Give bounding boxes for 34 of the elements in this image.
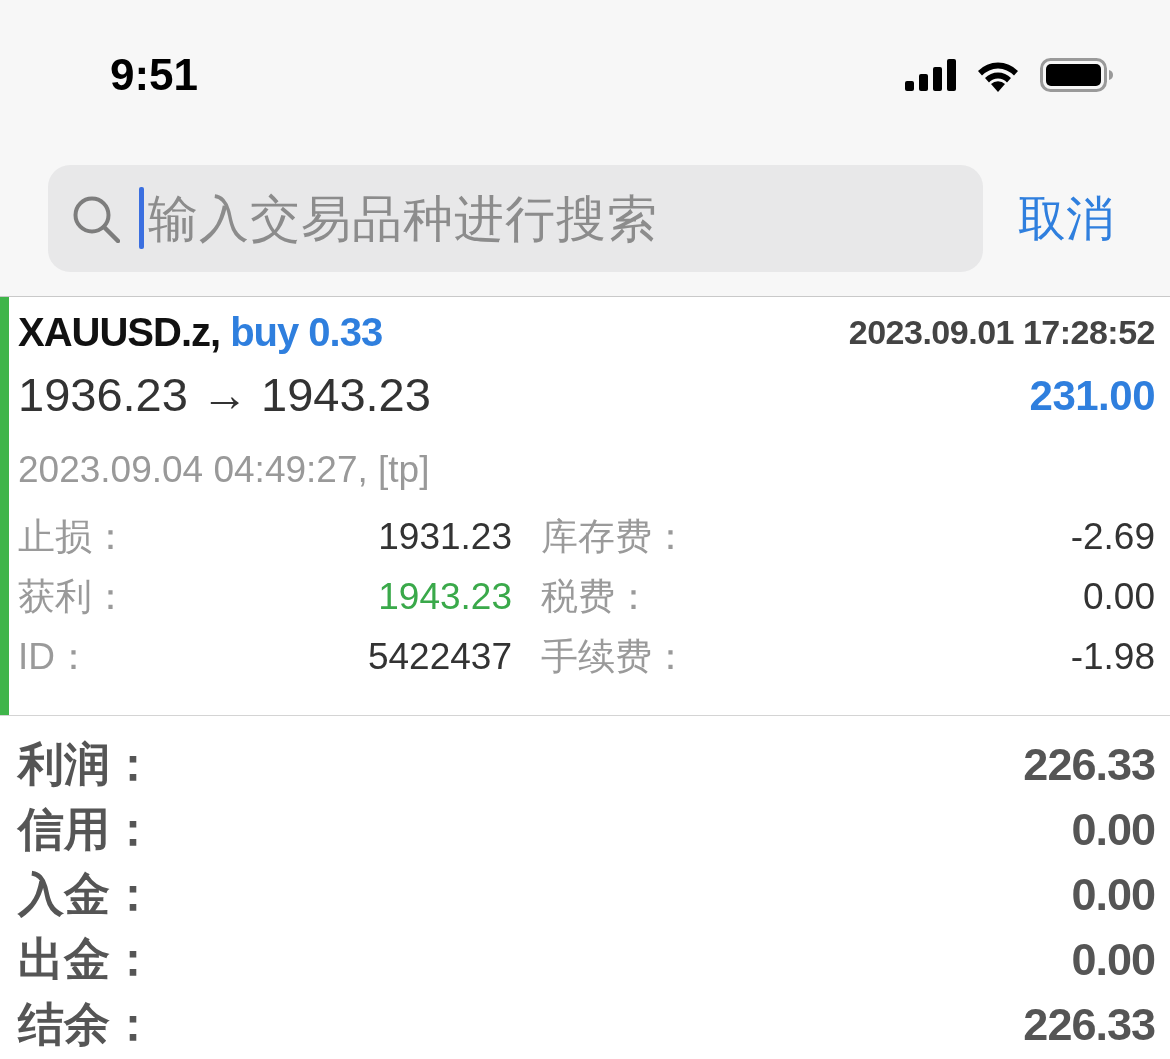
summary-label: 结余： [18,997,156,1052]
detail-value: -2.69 [1070,515,1155,560]
detail-value: 0.00 [1083,575,1155,620]
order-type-label: buy 0.33 [230,309,383,356]
battery-icon [1040,58,1114,92]
status-time: 9:51 [110,50,199,100]
detail-label: 库存费： [541,515,689,560]
symbol-label: XAUUSD.z, [18,309,221,356]
open-time: 2023.09.01 17:28:52 [848,311,1155,353]
search-icon [72,195,120,243]
detail-label: 止损： [18,515,129,560]
detail-value: 1943.23 [378,575,512,620]
summary-value: 226.33 [1023,737,1155,792]
search-field[interactable]: 输入交易品种进行搜索 [48,165,983,272]
summary-value: 0.00 [1071,867,1155,922]
price-change: 1936.23 → 1943.23 [18,366,431,423]
summary-value: 226.33 [1023,997,1155,1052]
signal-icon [905,59,956,91]
detail-value: 5422437 [367,635,512,680]
detail-label: ID： [18,635,92,680]
detail-label: 手续费： [541,635,689,680]
detail-label: 税费： [541,575,652,620]
trade-profit: 231.00 [1029,370,1155,421]
summary-label: 信用： [18,802,156,857]
summary-value: 0.00 [1071,932,1155,987]
detail-label: 获利： [18,575,129,620]
summary-label: 出金： [18,932,156,987]
summary-label: 利润： [18,737,156,792]
detail-value: -1.98 [1070,635,1155,680]
detail-value: 1931.23 [378,515,512,560]
close-time: 2023.09.04 04:49:27, [tp] [18,448,430,493]
summary-value: 0.00 [1071,802,1155,857]
summary-label: 入金： [18,867,156,922]
cancel-button[interactable]: 取消 [1018,188,1114,249]
